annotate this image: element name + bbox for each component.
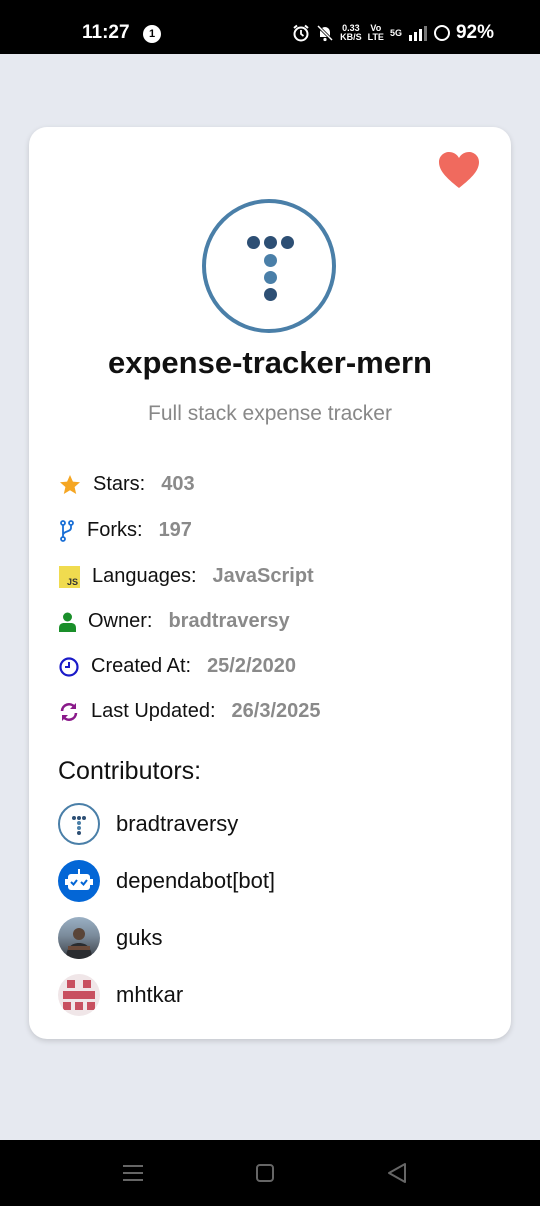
star-icon — [59, 474, 81, 496]
photo-avatar — [58, 917, 100, 959]
status-bar: 11:27 1 0.33 KB/S Vo LTE 5G 92% — [0, 0, 540, 54]
contributor-item[interactable]: bradtraversy — [58, 803, 238, 845]
owner-value: bradtraversy — [168, 610, 290, 632]
owner-label: Owner: — [88, 610, 153, 632]
clock-icon — [59, 656, 79, 678]
heart-icon[interactable] — [439, 152, 479, 190]
contributor-name: mhtkar — [116, 982, 184, 1007]
user-icon — [59, 611, 76, 633]
contributor-name: dependabot[bot] — [116, 868, 276, 893]
contributor-item[interactable]: guks — [58, 917, 162, 959]
owner-row: Owner: bradtraversy — [59, 610, 290, 633]
languages-row: JS Languages: JavaScript — [59, 565, 314, 588]
fork-icon — [59, 519, 75, 542]
forks-row: Forks: 197 — [59, 519, 192, 542]
identicon-avatar — [58, 974, 100, 1016]
home-icon[interactable] — [250, 1160, 280, 1186]
back-icon[interactable] — [382, 1160, 412, 1186]
network-type: 5G — [389, 27, 402, 38]
logo-avatar — [58, 803, 100, 845]
updated-value: 26/3/2025 — [231, 700, 321, 722]
bot-avatar — [58, 860, 100, 902]
javascript-icon: JS — [59, 565, 80, 588]
forks-value: 197 — [158, 519, 192, 541]
navigation-bar — [0, 1140, 540, 1206]
contributor-name: bradtraversy — [116, 811, 239, 836]
notification-badge: 1 — [143, 25, 161, 43]
alarm-icon — [293, 24, 309, 42]
updated-row: Last Updated: 26/3/2025 — [59, 700, 321, 723]
contributor-name: guks — [116, 925, 163, 950]
created-value: 25/2/2020 — [207, 655, 297, 677]
repo-logo — [202, 199, 336, 333]
stars-row: Stars: 403 — [59, 473, 195, 496]
contributors-heading: Contributors: — [58, 757, 202, 785]
languages-label: Languages: — [92, 565, 197, 587]
languages-value: JavaScript — [212, 565, 314, 587]
updated-label: Last Updated: — [91, 700, 216, 722]
menu-icon[interactable] — [118, 1160, 148, 1186]
status-icons: 0.33 KB/S Vo LTE 5G 92% — [292, 22, 494, 44]
forks-label: Forks: — [87, 519, 143, 541]
contributor-item[interactable]: dependabot[bot] — [58, 860, 275, 902]
stars-value: 403 — [161, 473, 195, 495]
repo-description: Full stack expense tracker — [148, 402, 392, 425]
volte-indicator: Vo LTE — [367, 23, 384, 42]
created-row: Created At: 25/2/2020 — [59, 655, 296, 678]
sync-icon — [59, 701, 79, 723]
stars-label: Stars: — [93, 473, 146, 495]
created-label: Created At: — [91, 655, 192, 677]
repo-name: expense-tracker-mern — [108, 345, 432, 380]
contributor-item[interactable]: mhtkar — [58, 974, 183, 1016]
status-time: 11:27 — [82, 22, 130, 43]
net-speed: 0.33 KB/S — [340, 23, 362, 42]
repo-card: expense-tracker-mern Full stack expense … — [29, 127, 511, 1039]
signal-icon — [408, 26, 427, 41]
mute-icon — [317, 24, 334, 42]
battery-icon — [433, 25, 450, 41]
battery-level: 92% — [455, 22, 494, 43]
